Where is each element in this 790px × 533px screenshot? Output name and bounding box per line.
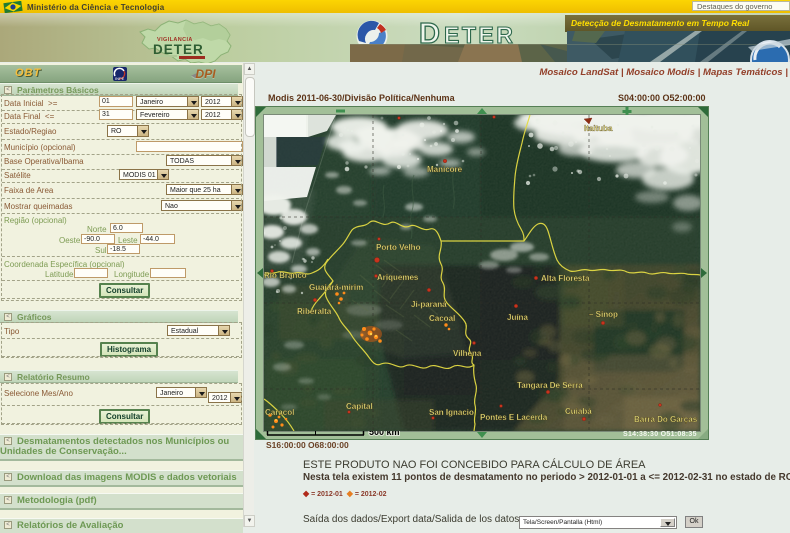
svg-text:Capital: Capital: [346, 402, 373, 411]
svg-text:Cuiabá: Cuiabá: [565, 407, 592, 416]
svg-text:Vilhena: Vilhena: [453, 349, 482, 358]
svg-text:Porto Velho: Porto Velho: [376, 243, 421, 252]
svg-text:Caracol: Caracol: [265, 408, 294, 417]
svg-text:Ariquemes: Ariquemes: [377, 273, 419, 282]
svg-text:Pontes E Lacerda: Pontes E Lacerda: [480, 413, 548, 422]
svg-text:– Sinop: – Sinop: [589, 310, 618, 319]
svg-text:Cacoal: Cacoal: [429, 314, 455, 323]
svg-text:Guajará-mirim: Guajará-mirim: [309, 283, 363, 292]
svg-text:Tangara De Serra: Tangara De Serra: [517, 381, 583, 390]
svg-text:DETER: DETER: [153, 42, 204, 57]
svg-text:Riberalta: Riberalta: [297, 307, 332, 316]
svg-text:Ji-paraná: Ji-paraná: [411, 300, 447, 309]
svg-text:Juína: Juína: [507, 313, 528, 322]
svg-text:Itaituba: Itaituba: [584, 124, 613, 133]
svg-text:San Ignacio: San Ignacio: [429, 408, 474, 417]
svg-text:Rio Branco: Rio Branco: [264, 271, 307, 280]
svg-text:INPE: INPE: [115, 76, 125, 81]
svg-text:Barra Do Garças: Barra Do Garças: [634, 415, 698, 424]
svg-text:Manicore: Manicore: [427, 165, 463, 174]
svg-text:Alta Floresta: Alta Floresta: [541, 274, 590, 283]
